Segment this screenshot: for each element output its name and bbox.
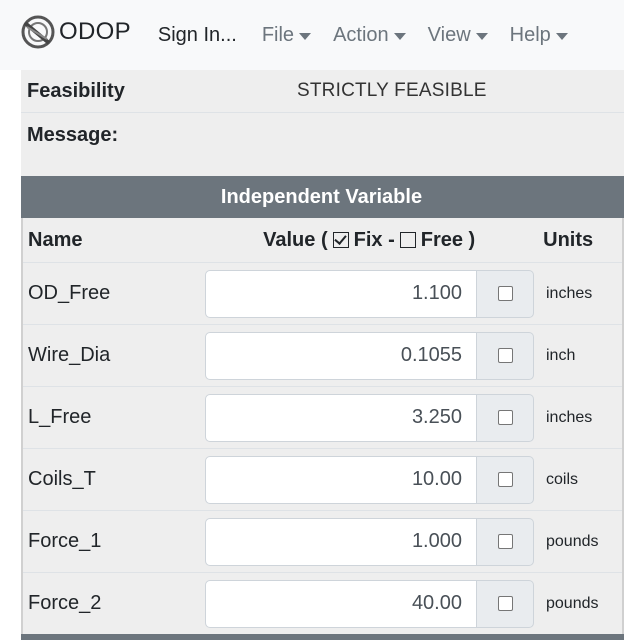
feasibility-label: Feasibility: [27, 79, 125, 102]
next-section-header: [21, 634, 624, 640]
status-table: Feasibility STRICTLY FEASIBLE Message:: [21, 70, 624, 176]
brand-name: ODOP: [59, 18, 131, 45]
table-row: Force_2 40.00 pounds: [23, 573, 622, 635]
fix-checkbox-addon[interactable]: [477, 517, 534, 566]
value-input[interactable]: 3.250: [205, 393, 477, 442]
fix-checkbox[interactable]: [497, 410, 513, 425]
help-menu[interactable]: Help: [510, 24, 568, 47]
value-input[interactable]: 0.1055: [205, 331, 477, 380]
independent-variable-table: Name Value ( Fix - Free ) Units OD_Free …: [21, 218, 624, 635]
fix-checkbox[interactable]: [497, 286, 513, 301]
fix-checkbox-addon[interactable]: [477, 269, 534, 318]
variable-units: pounds: [546, 532, 599, 550]
variable-name: Coils_T: [28, 468, 96, 490]
variable-units: inch: [546, 346, 576, 364]
table-row: Coils_T 10.00 coils: [23, 449, 622, 511]
chevron-down-icon: [475, 32, 488, 40]
value-input[interactable]: 10.00: [205, 455, 477, 504]
chevron-down-icon: [299, 32, 312, 40]
navbar: ODOP Sign In... File Action View Help: [0, 0, 624, 70]
view-menu[interactable]: View: [428, 24, 488, 47]
value-input[interactable]: 1.100: [205, 269, 477, 318]
variable-units: pounds: [546, 594, 599, 612]
variable-name: OD_Free: [28, 282, 111, 304]
fix-checkbox[interactable]: [497, 472, 513, 487]
feasibility-value: STRICTLY FEASIBLE: [297, 80, 487, 101]
variable-name: Force_1: [28, 530, 102, 552]
table-row: Wire_Dia 0.1055 inch: [23, 325, 622, 387]
value-input-group: 3.250: [205, 393, 534, 442]
message-label: Message:: [27, 124, 119, 146]
message-row: Message:: [21, 113, 624, 176]
sign-in-link[interactable]: Sign In...: [158, 24, 237, 47]
column-header-name: Name: [28, 228, 83, 251]
fix-checkbox-addon[interactable]: [477, 393, 534, 442]
file-menu-label: File: [261, 23, 295, 46]
column-header-row: Name Value ( Fix - Free ) Units: [23, 218, 622, 263]
feasibility-row: Feasibility STRICTLY FEASIBLE: [21, 70, 624, 113]
value-input-group: 1.100: [205, 269, 534, 318]
column-header-value: Value ( Fix - Free ): [225, 229, 539, 252]
fix-checkbox[interactable]: [497, 348, 513, 363]
empty-box-icon: [399, 232, 416, 248]
action-menu-label: Action: [333, 23, 389, 46]
value-input-group: 10.00: [205, 455, 534, 504]
value-header-prefix: Value (: [263, 228, 328, 251]
checked-box-icon: [332, 232, 349, 248]
variable-units: inches: [546, 408, 593, 426]
sign-in-label: Sign In...: [157, 23, 237, 46]
fix-checkbox[interactable]: [497, 596, 513, 611]
value-input-group: 1.000: [205, 517, 534, 566]
odop-logo-icon: [19, 13, 57, 51]
variable-units: coils: [546, 470, 579, 488]
file-menu[interactable]: File: [261, 23, 312, 47]
table-row: OD_Free 1.100 inches: [23, 263, 622, 325]
chevron-down-icon: [393, 32, 406, 40]
value-header-free: Free ): [420, 228, 476, 251]
fix-checkbox[interactable]: [497, 534, 513, 549]
variable-name: Wire_Dia: [28, 344, 111, 366]
action-menu[interactable]: Action: [333, 24, 406, 47]
table-row: L_Free 3.250 inches: [23, 387, 622, 449]
column-header-units: Units: [543, 228, 594, 251]
value-header-fix: Fix -: [353, 228, 395, 251]
brand[interactable]: ODOP: [19, 13, 131, 51]
help-menu-label: Help: [509, 23, 551, 46]
chevron-down-icon: [555, 32, 568, 40]
view-menu-label: View: [427, 23, 471, 46]
fix-checkbox-addon[interactable]: [477, 579, 534, 628]
variable-name: Force_2: [28, 592, 102, 614]
independent-variable-title: Independent Variable: [220, 185, 423, 208]
variable-units: inches: [546, 284, 593, 302]
independent-variable-header: Independent Variable: [21, 176, 624, 218]
fix-checkbox-addon[interactable]: [477, 455, 534, 504]
value-input-group: 0.1055: [205, 331, 534, 380]
value-input[interactable]: 40.00: [205, 579, 477, 628]
value-input[interactable]: 1.000: [205, 517, 477, 566]
value-input-group: 40.00: [205, 579, 534, 628]
variable-name: L_Free: [28, 406, 92, 428]
nav-menu: Sign In... File Action View Help: [158, 24, 590, 47]
table-row: Force_1 1.000 pounds: [23, 511, 622, 573]
fix-checkbox-addon[interactable]: [477, 331, 534, 380]
